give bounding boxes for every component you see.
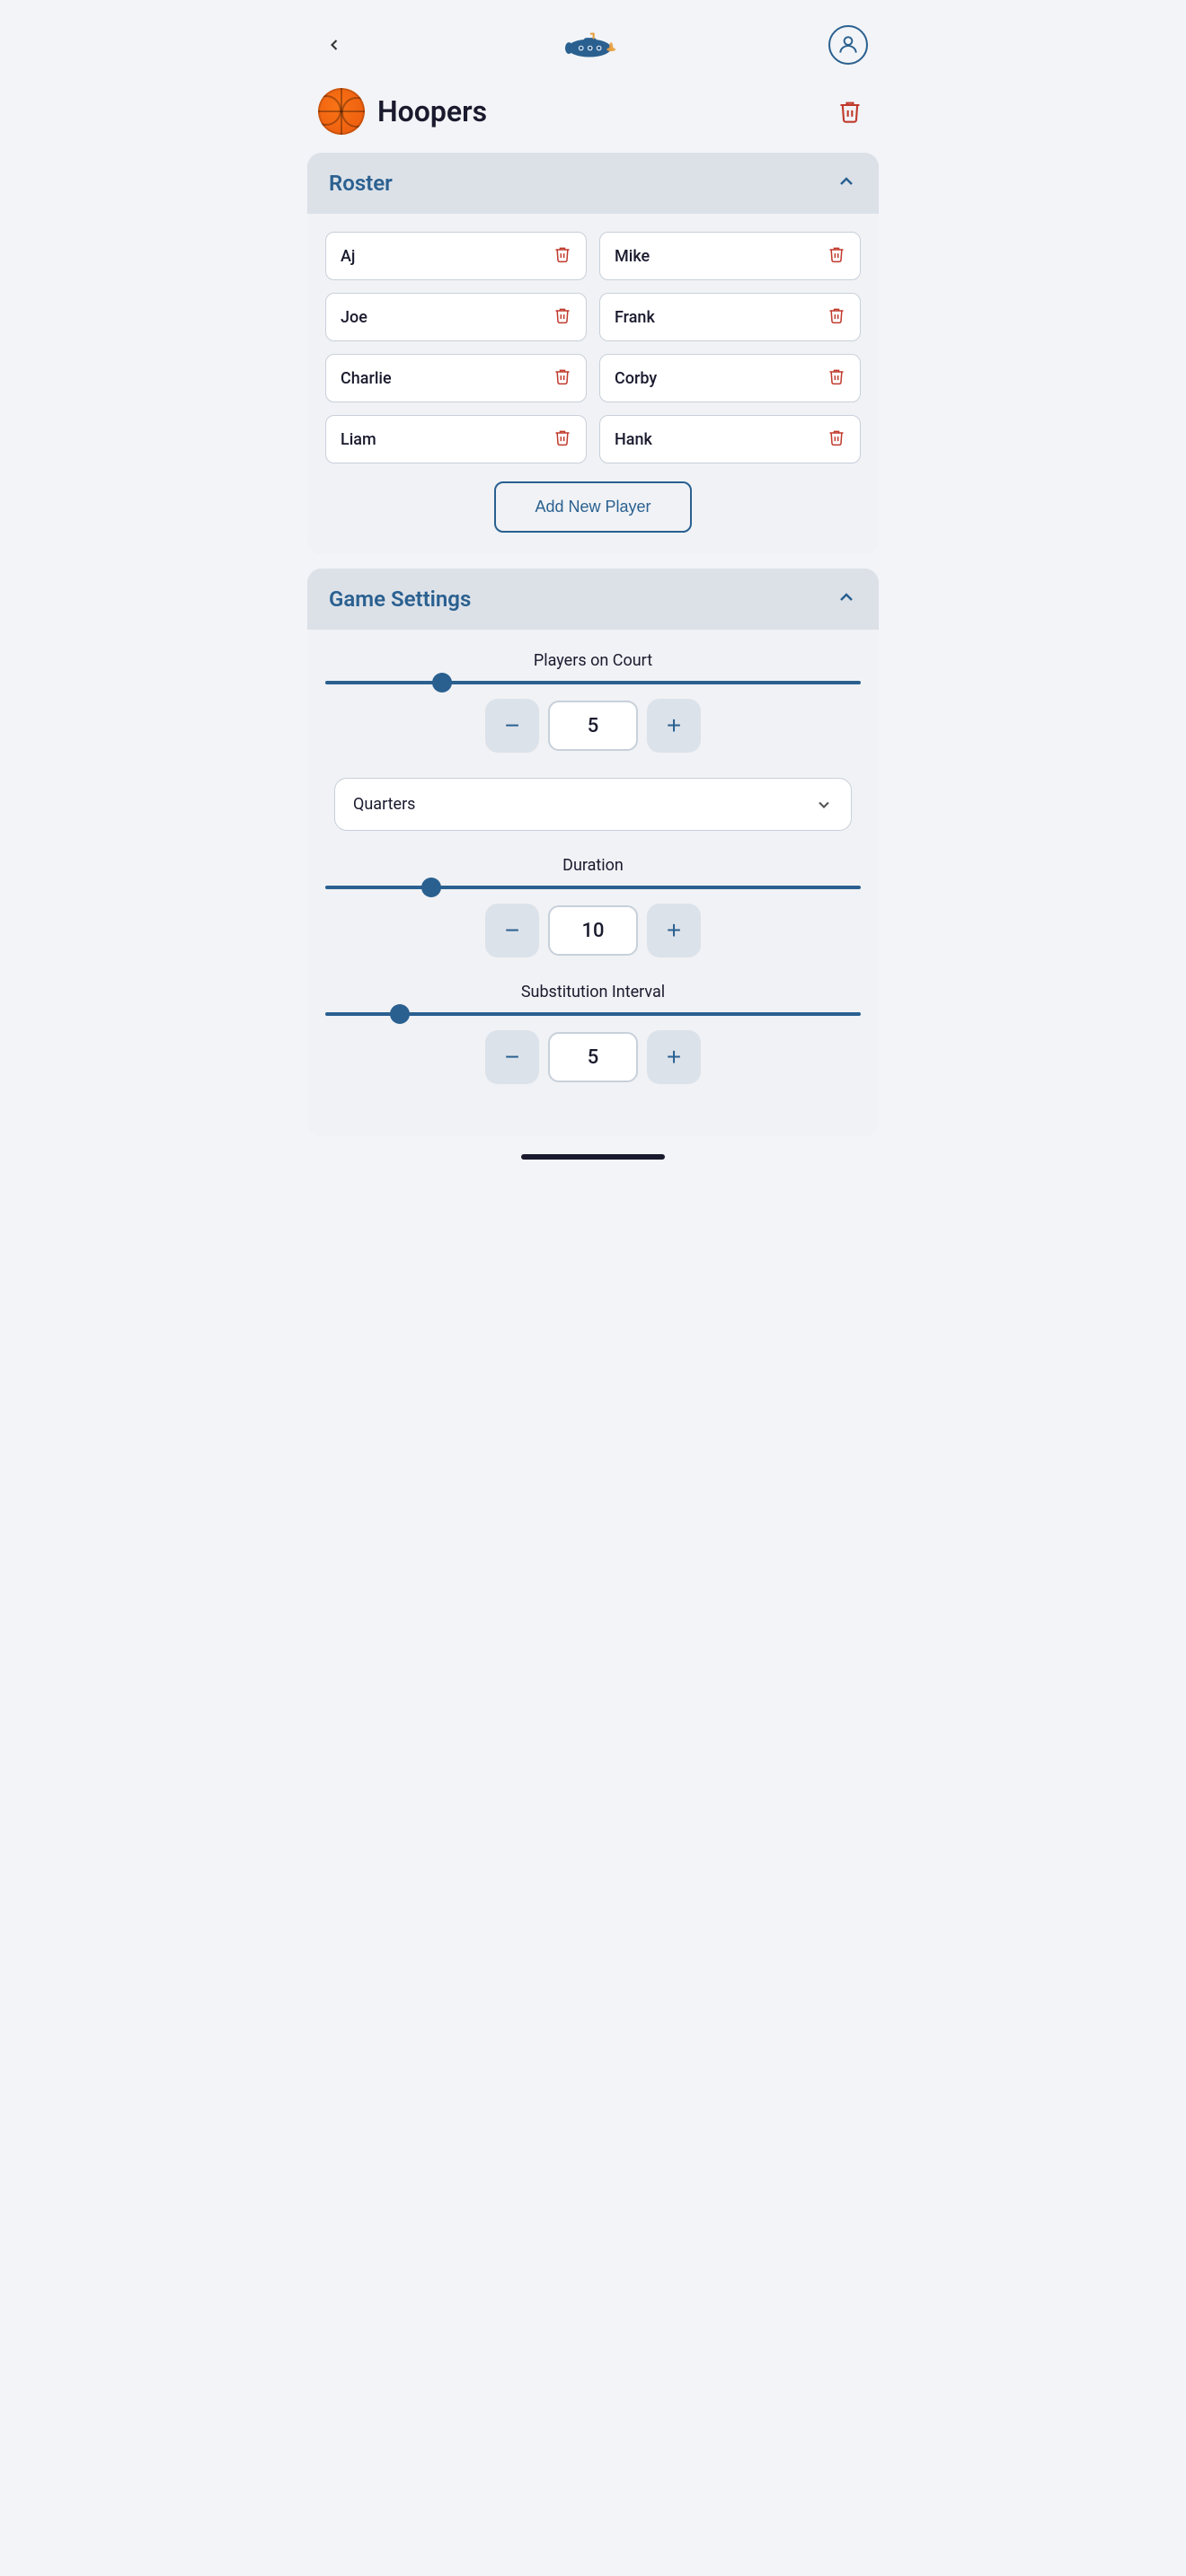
player-chip-liam[interactable]: Liam [325,415,587,463]
player-name-charlie: Charlie [341,369,392,388]
delete-player-joe[interactable] [553,306,571,328]
substitution-interval-decrement[interactable]: − [485,1030,539,1084]
player-chip-aj[interactable]: Aj [325,232,587,280]
duration-thumb[interactable] [421,878,441,897]
player-grid: Aj Mike Joe Frank [325,232,861,463]
delete-player-corby[interactable] [828,367,845,389]
delete-player-frank[interactable] [828,306,845,328]
back-button[interactable] [318,29,350,61]
substitution-interval-counter: − 5 + [325,1030,861,1084]
roster-header[interactable]: Roster [307,153,879,214]
roster-content: Aj Mike Joe Frank [307,214,879,554]
players-on-court-label: Players on Court [325,651,861,670]
delete-player-charlie[interactable] [553,367,571,389]
players-on-court-decrement[interactable]: − [485,699,539,753]
period-type-value: Quarters [353,795,415,814]
delete-team-button[interactable] [832,93,868,129]
delete-player-aj[interactable] [553,245,571,267]
player-name-frank: Frank [615,308,655,327]
players-on-court-setting: Players on Court − 5 + [325,651,861,753]
team-name: Hoopers [377,94,487,128]
duration-increment[interactable]: + [647,904,701,957]
player-chip-frank[interactable]: Frank [599,293,861,341]
player-chip-corby[interactable]: Corby [599,354,861,402]
substitution-interval-thumb[interactable] [390,1004,410,1024]
game-settings-header[interactable]: Game Settings [307,569,879,630]
duration-setting: Duration − 10 + [325,856,861,957]
profile-button[interactable] [828,25,868,65]
player-chip-joe[interactable]: Joe [325,293,587,341]
duration-value: 10 [548,905,638,956]
substitution-interval-setting: Substitution Interval − 5 + [325,983,861,1084]
duration-slider[interactable] [325,886,861,889]
substitution-interval-increment[interactable]: + [647,1030,701,1084]
add-player-label: Add New Player [535,498,651,516]
app-logo [561,27,618,63]
substitution-interval-slider[interactable] [325,1012,861,1016]
roster-chevron-icon [836,171,857,196]
game-settings-title: Game Settings [329,587,471,612]
players-on-court-value: 5 [548,701,638,751]
add-player-button[interactable]: Add New Player [494,481,692,533]
duration-counter: − 10 + [325,904,861,957]
players-on-court-counter: − 5 + [325,699,861,753]
home-indicator [521,1154,665,1160]
delete-player-hank[interactable] [828,428,845,450]
player-chip-hank[interactable]: Hank [599,415,861,463]
period-type-dropdown[interactable]: Quarters [334,778,852,831]
top-nav [296,0,890,79]
team-header: Hoopers [296,79,890,153]
players-on-court-slider[interactable] [325,681,861,684]
game-settings-content: Players on Court − 5 + Quarters Duration… [307,630,879,1136]
roster-title: Roster [329,171,393,196]
player-name-mike: Mike [615,247,650,266]
players-on-court-increment[interactable]: + [647,699,701,753]
player-name-hank: Hank [615,430,652,449]
team-info: Hoopers [318,88,487,135]
player-chip-mike[interactable]: Mike [599,232,861,280]
substitution-interval-value: 5 [548,1032,638,1082]
player-chip-charlie[interactable]: Charlie [325,354,587,402]
player-name-aj: Aj [341,247,355,266]
game-settings-section: Game Settings Players on Court − 5 + Qua… [307,569,879,1136]
game-settings-chevron-icon [836,587,857,612]
delete-player-mike[interactable] [828,245,845,267]
duration-decrement[interactable]: − [485,904,539,957]
team-icon [318,88,365,135]
roster-section: Roster Aj Mike Joe [307,153,879,554]
player-name-joe: Joe [341,308,367,327]
player-name-liam: Liam [341,430,376,449]
delete-player-liam[interactable] [553,428,571,450]
players-on-court-thumb[interactable] [432,673,452,693]
player-name-corby: Corby [615,369,657,388]
duration-label: Duration [325,856,861,875]
substitution-interval-label: Substitution Interval [325,983,861,1001]
